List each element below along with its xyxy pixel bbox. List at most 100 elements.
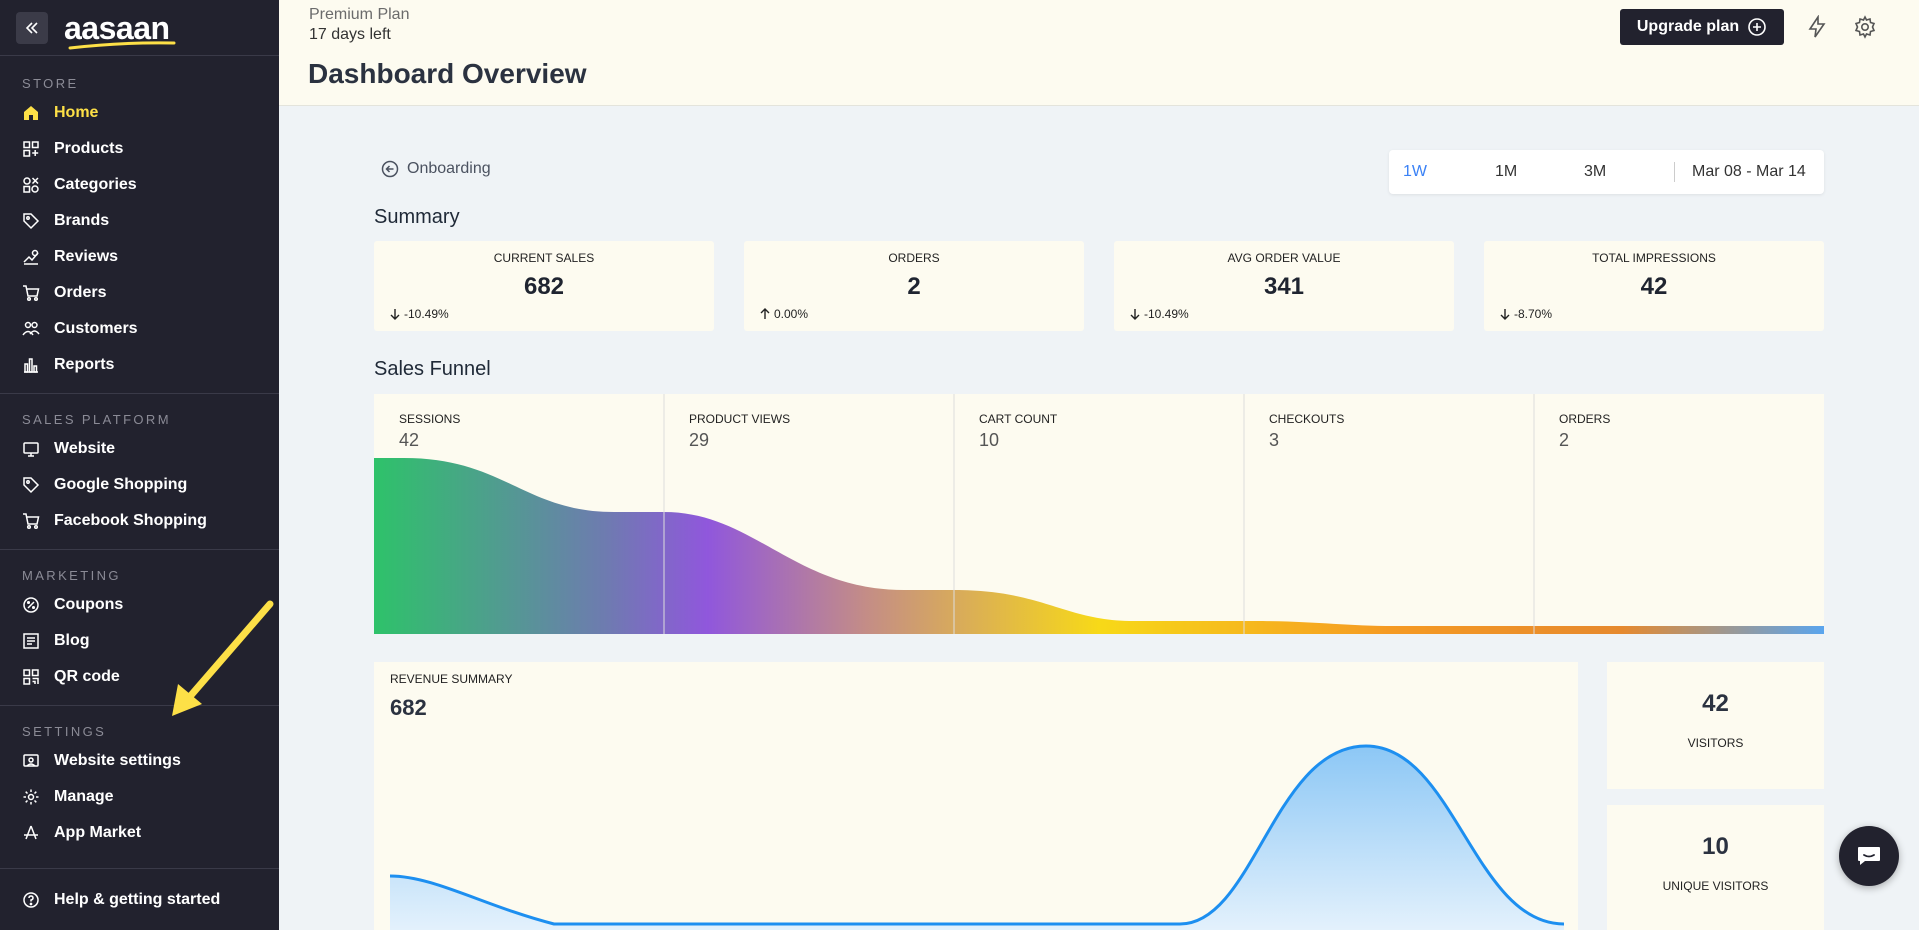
funnel-stage-label: SESSIONS [399, 412, 461, 426]
sidebar: aasaan STORE Home Products Categories Br… [0, 0, 279, 930]
sidebar-item-label: Customers [54, 320, 138, 337]
sidebar-item-label: Facebook Shopping [54, 512, 207, 529]
stat-card-visitors: 42 VISITORS [1607, 662, 1824, 789]
sidebar-item-home[interactable]: Home [0, 95, 279, 131]
section-title: STORE [22, 76, 79, 91]
tag-icon [23, 477, 40, 494]
range-option-3m[interactable]: 3M [1584, 163, 1606, 181]
kpi-label: ORDERS [888, 251, 940, 265]
funnel-stage-orders: ORDERS 2 [1559, 412, 1610, 451]
sales-funnel-chart: SESSIONS 42 PRODUCT VIEWS 29 CART COUNT … [374, 394, 1824, 634]
plan-name: Premium Plan [309, 6, 410, 23]
sidebar-item-label: Categories [54, 176, 137, 193]
tag-icon [23, 213, 40, 230]
onboarding-back-link[interactable]: Onboarding [381, 160, 491, 178]
stat-card-unique-visitors: 10 UNIQUE VISITORS [1607, 805, 1824, 930]
date-range-selector: 1W 1M 3M Mar 08 - Mar 14 [1389, 150, 1824, 194]
sidebar-section-settings: SETTINGS Website settings Manage App Mar… [0, 706, 279, 861]
sidebar-item-label: Blog [54, 632, 90, 649]
sidebar-item-label: Home [54, 104, 99, 121]
funnel-stage-value: 10 [979, 430, 1000, 450]
sidebar-item-categories[interactable]: Categories [0, 167, 279, 203]
arrow-down-icon [1500, 309, 1510, 320]
kpi-card-total-impressions: TOTAL IMPRESSIONS 42 -8.70% [1484, 241, 1824, 331]
gear-icon [23, 789, 39, 805]
upgrade-plan-button[interactable]: Upgrade plan [1620, 9, 1784, 45]
sidebar-section-sales-platform: SALES PLATFORM Website Google Shopping F… [0, 394, 279, 550]
kpi-label: AVG ORDER VALUE [1227, 251, 1341, 265]
kpi-value: 42 [1640, 273, 1668, 300]
sidebar-item-label: Reports [54, 356, 115, 373]
funnel-stage-label: PRODUCT VIEWS [689, 412, 791, 426]
collapse-sidebar-button[interactable] [16, 11, 48, 44]
sidebar-item-label: App Market [54, 824, 142, 841]
sidebar-item-website-settings[interactable]: Website settings [0, 743, 279, 779]
products-icon [23, 141, 39, 157]
plan-days-left: 17 days left [309, 26, 391, 43]
funnel-stage-value: 2 [1559, 430, 1570, 450]
sidebar-item-reports[interactable]: Reports [0, 347, 279, 383]
funnel-stage-label: ORDERS [1559, 412, 1611, 426]
kpi-card-current-sales: CURRENT SALES 682 -10.49% [374, 241, 714, 331]
sidebar-item-label: Website [54, 440, 116, 457]
funnel-stage-value: 29 [689, 430, 710, 450]
arrow-down-icon [390, 309, 400, 320]
users-icon [22, 321, 40, 336]
kpi-delta-value: -10.49% [1144, 307, 1189, 321]
sales-funnel-title: Sales Funnel [374, 358, 491, 380]
cart-icon [23, 513, 40, 530]
funnel-stage-cart-count: CART COUNT 10 [979, 412, 1057, 451]
monitor-icon [23, 442, 39, 457]
cart-icon [23, 285, 40, 302]
kpi-value: 2 [907, 273, 921, 300]
section-title: SALES PLATFORM [22, 412, 171, 427]
qr-icon [23, 669, 39, 685]
kpi-delta-value: 0.00% [774, 307, 809, 321]
funnel-stage-label: CART COUNT [979, 412, 1058, 426]
sidebar-item-label: Orders [54, 284, 107, 301]
chat-launcher-button[interactable] [1839, 826, 1899, 886]
kpi-delta: -8.70% [1499, 307, 1552, 321]
stat-label: VISITORS [1687, 736, 1744, 750]
sidebar-item-facebook-shopping[interactable]: Facebook Shopping [0, 503, 279, 539]
kpi-card-orders: ORDERS 2 0.00% [744, 241, 1084, 331]
lightning-icon[interactable] [1805, 15, 1829, 39]
funnel-stage-checkouts: CHECKOUTS 3 [1269, 412, 1344, 451]
kpi-delta: -10.49% [389, 307, 449, 321]
sidebar-item-website[interactable]: Website [0, 431, 279, 467]
arrow-up-icon [760, 308, 770, 319]
sidebar-item-manage[interactable]: Manage [0, 779, 279, 815]
sidebar-item-google-shopping[interactable]: Google Shopping [0, 467, 279, 503]
funnel-stage-sessions: SESSIONS 42 [399, 412, 460, 451]
sidebar-item-app-market[interactable]: App Market [0, 815, 279, 851]
sidebar-item-customers[interactable]: Customers [0, 311, 279, 347]
range-dates[interactable]: Mar 08 - Mar 14 [1692, 163, 1806, 181]
top-header: Premium Plan 17 days left Dashboard Over… [279, 0, 1919, 106]
kpi-delta: -10.49% [1129, 307, 1189, 321]
brand-logo[interactable]: aasaan [64, 12, 176, 49]
double-chevron-left-icon [25, 21, 38, 34]
range-divider [1674, 162, 1675, 182]
range-option-1w[interactable]: 1W [1403, 163, 1427, 181]
kpi-value: 682 [523, 273, 565, 300]
range-option-1m[interactable]: 1M [1495, 163, 1517, 181]
sidebar-item-orders[interactable]: Orders [0, 275, 279, 311]
help-getting-started[interactable]: Help & getting started [0, 868, 279, 930]
kpi-delta: 0.00% [759, 307, 808, 321]
sidebar-section-store: STORE Home Products Categories Brands Re… [0, 56, 279, 394]
sidebar-item-brands[interactable]: Brands [0, 203, 279, 239]
website-settings-icon [23, 754, 39, 767]
settings-gear-icon[interactable] [1853, 15, 1877, 39]
sidebar-item-reviews[interactable]: Reviews [0, 239, 279, 275]
stat-label: UNIQUE VISITORS [1662, 879, 1769, 893]
funnel-stage-product-views: PRODUCT VIEWS 29 [689, 412, 790, 451]
revenue-chart-svg [389, 744, 1565, 930]
annotation-arrow-icon [172, 600, 274, 716]
help-label: Help & getting started [54, 890, 221, 908]
revenue-summary-card: REVENUE SUMMARY 682 [374, 662, 1578, 930]
onboarding-label: Onboarding [407, 160, 491, 177]
sidebar-item-products[interactable]: Products [0, 131, 279, 167]
sidebar-item-label: Coupons [54, 596, 124, 613]
app-market-icon [24, 825, 38, 840]
sidebar-item-label: Brands [54, 212, 110, 229]
